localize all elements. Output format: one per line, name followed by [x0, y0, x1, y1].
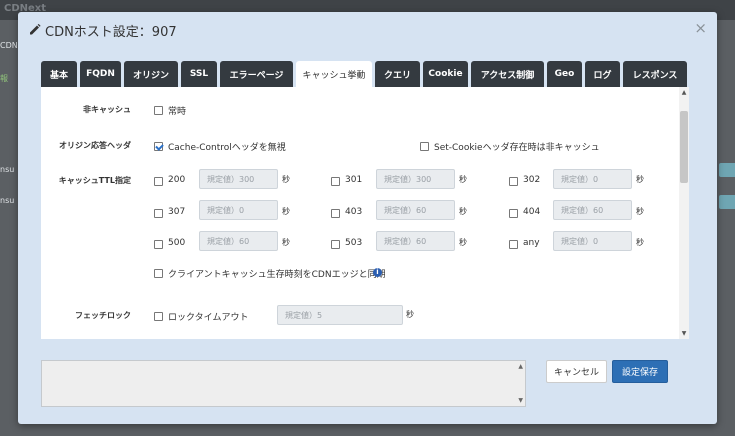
ttl-unit: 秒: [459, 238, 467, 247]
tab-fqdn[interactable]: FQDN: [80, 61, 121, 87]
sync-client-cache-checkbox[interactable]: [154, 269, 163, 278]
origin-header-label: オリジン応答ヘッダ: [59, 141, 131, 150]
ttl-unit: 秒: [459, 207, 467, 216]
ttl-301-label: 301: [345, 175, 363, 185]
save-settings-button[interactable]: 設定保存: [612, 360, 668, 383]
message-textarea[interactable]: ▲ ▼: [41, 360, 526, 407]
modal-title: CDNホスト設定：907: [45, 25, 177, 40]
ttl-307-checkbox[interactable]: [154, 209, 163, 218]
ttl-500-label: 500: [168, 238, 186, 248]
set-cookie-no-cache-label: Set-Cookieヘッダ存在時は非キャッシュ: [434, 143, 600, 153]
background-text: nsu: [0, 165, 15, 174]
set-cookie-no-cache-checkbox[interactable]: [420, 142, 429, 151]
ttl-403-label: 403: [345, 207, 363, 217]
ttl-404-input[interactable]: 規定値）60: [553, 200, 632, 220]
cache-ttl-label: キャッシュTTL指定: [58, 176, 131, 185]
lock-timeout-unit: 秒: [406, 310, 414, 319]
lock-timeout-input[interactable]: 規定値）5: [277, 305, 403, 325]
background-button: [719, 163, 735, 177]
modal-header: CDNホスト設定：907 ×: [18, 12, 717, 48]
tab-origin[interactable]: オリジン: [124, 61, 178, 87]
ttl-404-label: 404: [523, 207, 541, 217]
ttl-200-input[interactable]: 規定値）300: [199, 169, 278, 189]
ttl-unit: 秒: [459, 175, 467, 184]
ttl-unit: 秒: [282, 207, 290, 216]
cache-behavior-panel: 非キャッシュ 常時 オリジン応答ヘッダ Cache-Controlヘッダを無視 …: [41, 87, 689, 339]
cdn-host-settings-modal: CDNホスト設定：907 × 基本 FQDN オリジン SSL エラーページ キ…: [18, 12, 717, 424]
background-button: [719, 195, 735, 209]
ttl-403-input[interactable]: 規定値）60: [376, 200, 455, 220]
no-cache-always-checkbox[interactable]: [154, 106, 163, 115]
background-text: nsu: [0, 196, 15, 205]
ttl-200-checkbox[interactable]: [154, 177, 163, 186]
ttl-503-label: 503: [345, 238, 363, 248]
ttl-307-label: 307: [168, 207, 186, 217]
ttl-unit: 秒: [636, 238, 644, 247]
tab-cache-behavior[interactable]: キャッシュ挙動: [296, 61, 372, 88]
pencil-icon: [30, 23, 41, 35]
ttl-307-input[interactable]: 規定値）0: [199, 200, 278, 220]
no-cache-always-label: 常時: [168, 107, 187, 117]
scroll-up-icon[interactable]: ▲: [681, 89, 687, 96]
tab-response[interactable]: レスポンス: [623, 61, 687, 87]
ttl-any-checkbox[interactable]: [509, 240, 518, 249]
sync-client-cache-label: クライアントキャッシュ生存時刻をCDNエッジと同期: [168, 270, 386, 280]
no-cache-label: 非キャッシュ: [83, 105, 131, 114]
ttl-302-checkbox[interactable]: [509, 177, 518, 186]
ttl-404-checkbox[interactable]: [509, 209, 518, 218]
ttl-unit: 秒: [636, 175, 644, 184]
background-text: 報: [0, 74, 8, 83]
tab-query[interactable]: クエリ: [375, 61, 420, 87]
ignore-cache-control-label: Cache-Controlヘッダを無視: [168, 143, 286, 153]
ttl-200-label: 200: [168, 175, 186, 185]
ttl-unit: 秒: [282, 175, 290, 184]
cancel-button[interactable]: キャンセル: [546, 360, 607, 383]
ttl-301-checkbox[interactable]: [331, 177, 340, 186]
ttl-302-input[interactable]: 規定値）0: [553, 169, 632, 189]
ttl-500-checkbox[interactable]: [154, 240, 163, 249]
tab-geo[interactable]: Geo: [547, 61, 582, 87]
ttl-any-label: any: [523, 238, 540, 248]
tab-basic[interactable]: 基本: [41, 61, 77, 87]
lock-timeout-label: ロックタイムアウト: [168, 313, 249, 323]
info-icon[interactable]: i: [373, 268, 382, 277]
scroll-down-icon[interactable]: ▼: [518, 397, 523, 404]
close-icon[interactable]: ×: [694, 19, 707, 37]
lock-timeout-checkbox[interactable]: [154, 312, 163, 321]
panel-scrollbar[interactable]: ▲ ▼: [679, 87, 689, 339]
tab-ssl[interactable]: SSL: [181, 61, 217, 87]
ttl-302-label: 302: [523, 175, 541, 185]
ttl-503-checkbox[interactable]: [331, 240, 340, 249]
scroll-up-icon[interactable]: ▲: [518, 363, 523, 370]
scroll-down-icon[interactable]: ▼: [681, 330, 687, 337]
tab-access-control[interactable]: アクセス制御: [471, 61, 544, 87]
ttl-403-checkbox[interactable]: [331, 209, 340, 218]
ttl-any-input[interactable]: 規定値）0: [553, 231, 632, 251]
scrollbar-thumb[interactable]: [680, 111, 688, 183]
ttl-unit: 秒: [636, 207, 644, 216]
tab-error-page[interactable]: エラーページ: [220, 61, 293, 87]
ignore-cache-control-checkbox[interactable]: [154, 142, 163, 151]
tab-cookie[interactable]: Cookie: [423, 61, 468, 87]
ttl-301-input[interactable]: 規定値）300: [376, 169, 455, 189]
tab-log[interactable]: ログ: [585, 61, 620, 87]
ttl-503-input[interactable]: 規定値）60: [376, 231, 455, 251]
fetch-lock-label: フェッチロック: [75, 311, 131, 320]
ttl-500-input[interactable]: 規定値）60: [199, 231, 278, 251]
ttl-unit: 秒: [282, 238, 290, 247]
